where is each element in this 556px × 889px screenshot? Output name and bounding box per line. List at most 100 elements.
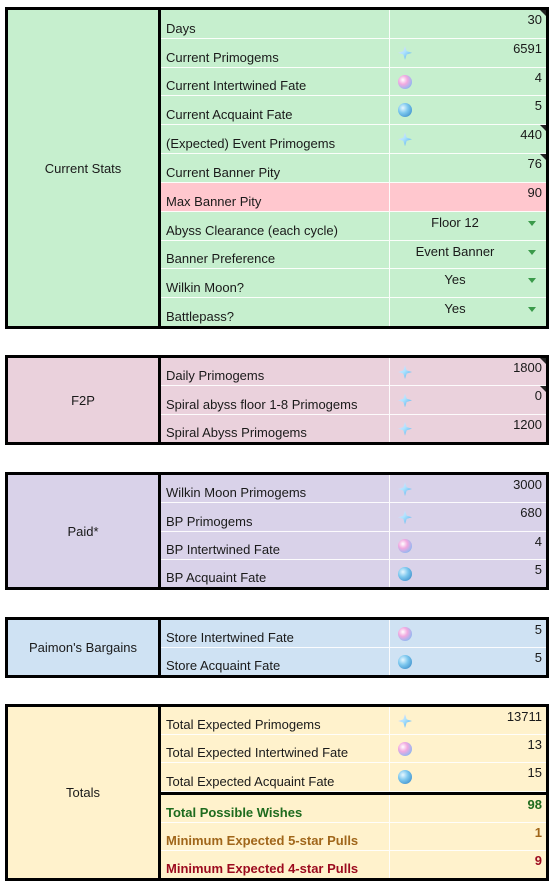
primogem-icon: [396, 391, 414, 409]
row-value: 98: [527, 796, 542, 812]
row-total-acquaint-fate: Total Expected Acquaint Fate 15: [161, 763, 546, 792]
comment-indicator: [540, 386, 546, 393]
primogem-icon: [396, 363, 414, 381]
row-label: (Expected) Event Primogems: [161, 125, 390, 154]
store-intertwined-value-cell[interactable]: 5: [390, 620, 546, 647]
row-value[interactable]: 1200: [513, 417, 542, 432]
row-value[interactable]: 5: [535, 622, 542, 637]
acquaint-fate-icon: [396, 768, 414, 786]
row-label: Battlepass?: [161, 298, 390, 326]
row-value: 9: [534, 852, 542, 868]
acquaint-fate-icon: [396, 565, 414, 583]
section-label-current-stats: Current Stats: [8, 10, 161, 326]
row-value[interactable]: 3000: [513, 477, 542, 492]
row-bp-primogems: BP Primogems 680: [161, 503, 546, 532]
row-label: Abyss Clearance (each cycle): [161, 211, 390, 240]
dropdown-arrow-icon[interactable]: [528, 307, 536, 313]
days-value-cell[interactable]: 30: [390, 10, 546, 38]
row-bp-intertwined-fate: BP Intertwined Fate 4: [161, 531, 546, 560]
primogem-icon: [396, 130, 414, 148]
comment-indicator: [540, 10, 546, 16]
row-label: Store Intertwined Fate: [161, 620, 390, 647]
row-value[interactable]: 90: [528, 185, 542, 200]
row-value: 1: [534, 824, 542, 840]
primogem-icon: [396, 44, 414, 62]
row-value: 15: [527, 765, 542, 781]
dropdown-arrow-icon[interactable]: [528, 278, 536, 284]
store-acquaint-value-cell[interactable]: 5: [390, 648, 546, 675]
section-label-paimons-bargains: Paimon's Bargains: [8, 620, 161, 675]
row-label: Spiral abyss floor 1-8 Primogems: [161, 386, 390, 414]
row-label: Wilkin Moon Primogems: [161, 475, 390, 503]
row-max-banner-pity: Max Banner Pity 90: [161, 182, 546, 212]
row-label: Wilkin Moon?: [161, 269, 390, 298]
row-current-acquaint-fate: Current Acquaint Fate 5: [161, 96, 546, 126]
section-label-paid: Paid*: [8, 475, 161, 587]
row-label: Total Expected Primogems: [161, 707, 390, 735]
section-label-totals: Totals: [8, 707, 161, 878]
row-value[interactable]: 5: [535, 650, 542, 665]
banner-pity-value-cell[interactable]: 76: [390, 154, 546, 182]
row-label: Current Intertwined Fate: [161, 67, 390, 96]
primogem-icon: [396, 508, 414, 526]
row-label: Banner Preference: [161, 240, 390, 269]
row-value[interactable]: 6591: [513, 41, 542, 56]
current-primogems-value-cell[interactable]: 6591: [390, 39, 546, 67]
row-label: Minimum Expected 5-star Pulls: [161, 822, 390, 850]
row-value[interactable]: 680: [520, 505, 542, 520]
current-intertwined-value-cell[interactable]: 4: [390, 68, 546, 96]
bp-intertwined-value-cell[interactable]: 4: [390, 532, 546, 559]
abyss-clearance-dropdown[interactable]: Floor 12: [390, 212, 546, 240]
section-label-f2p: F2P: [8, 358, 161, 442]
bp-primogems-value-cell[interactable]: 680: [390, 503, 546, 530]
row-abyss-1-8-primogems: Spiral abyss floor 1-8 Primogems 0: [161, 386, 546, 415]
row-value[interactable]: 5: [535, 562, 542, 577]
row-days: Days 30: [161, 10, 546, 39]
banner-preference-dropdown[interactable]: Event Banner: [390, 241, 546, 269]
totals-section: Totals Total Expected Primogems 13711 To…: [5, 704, 549, 881]
row-event-primogems: (Expected) Event Primogems 440: [161, 125, 546, 155]
paimons-bargains-section: Paimon's Bargains Store Intertwined Fate…: [5, 617, 549, 678]
row-total-intertwined-fate: Total Expected Intertwined Fate 13: [161, 735, 546, 764]
primogem-icon: [396, 480, 414, 498]
row-abyss-clearance: Abyss Clearance (each cycle) Floor 12: [161, 211, 546, 241]
row-value[interactable]: 4: [535, 534, 542, 549]
intertwined-fate-icon: [396, 537, 414, 555]
row-value[interactable]: 440: [520, 127, 542, 142]
total-wishes-value-cell: 98: [390, 795, 546, 822]
acquaint-fate-icon: [396, 653, 414, 671]
dropdown-value[interactable]: Floor 12: [390, 215, 546, 230]
row-value[interactable]: 5: [535, 98, 542, 113]
daily-primogems-value-cell[interactable]: 1800: [390, 358, 546, 385]
dropdown-value[interactable]: Event Banner: [390, 244, 546, 259]
row-total-possible-wishes: Total Possible Wishes 98: [161, 791, 546, 823]
primogem-icon: [396, 712, 414, 730]
row-label: Minimum Expected 4-star Pulls: [161, 850, 390, 879]
spiral-abyss-value-cell[interactable]: 1200: [390, 415, 546, 442]
battlepass-dropdown[interactable]: Yes: [390, 298, 546, 326]
event-primogems-value-cell[interactable]: 440: [390, 125, 546, 153]
current-stats-section: Current Stats Days 30 Current Primogems …: [5, 7, 549, 329]
max-pity-value-cell[interactable]: 90: [390, 183, 546, 211]
row-wilkin-moon-primogems: Wilkin Moon Primogems 3000: [161, 475, 546, 504]
bp-acquaint-value-cell[interactable]: 5: [390, 560, 546, 587]
row-banner-preference: Banner Preference Event Banner: [161, 240, 546, 270]
row-label: Spiral Abyss Primogems: [161, 414, 390, 442]
dropdown-arrow-icon[interactable]: [528, 220, 536, 226]
row-battlepass: Battlepass? Yes: [161, 298, 546, 326]
row-label: BP Acquaint Fate: [161, 559, 390, 587]
row-value[interactable]: 4: [535, 70, 542, 85]
row-min-4-star-pulls: Minimum Expected 4-star Pulls 9: [161, 850, 546, 879]
dropdown-arrow-icon[interactable]: [528, 249, 536, 255]
row-label: BP Primogems: [161, 503, 390, 531]
abyss-1-8-value-cell[interactable]: 0: [390, 386, 546, 413]
dropdown-value[interactable]: Yes: [390, 301, 546, 316]
dropdown-value[interactable]: Yes: [390, 272, 546, 287]
current-acquaint-value-cell[interactable]: 5: [390, 96, 546, 124]
row-label: Days: [161, 10, 390, 38]
row-value[interactable]: 1800: [513, 360, 542, 375]
wilkin-primogems-value-cell[interactable]: 3000: [390, 475, 546, 502]
row-label: Total Possible Wishes: [161, 794, 390, 822]
wilkin-moon-dropdown[interactable]: Yes: [390, 269, 546, 297]
comment-indicator: [540, 154, 546, 161]
